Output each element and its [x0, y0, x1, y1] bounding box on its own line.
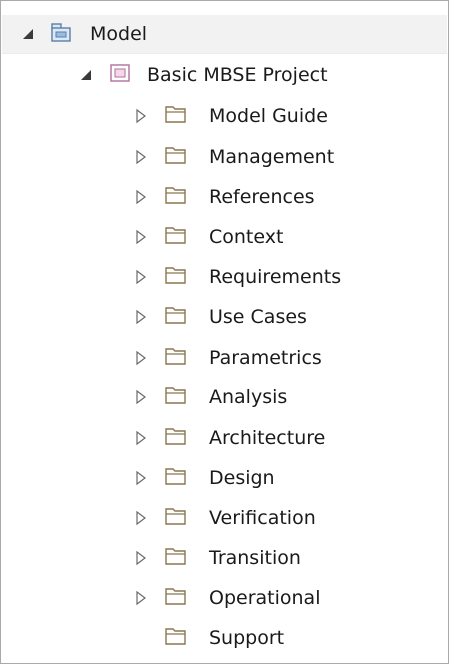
folder-icon [164, 505, 188, 527]
tree-node-transition[interactable]: Transition [2, 539, 447, 577]
tree-node-label: Architecture [209, 427, 326, 449]
tree-node-parametrics[interactable]: Parametrics [2, 339, 447, 377]
model-package-icon [49, 21, 73, 43]
collapsed-triangle-icon[interactable] [133, 108, 149, 124]
folder-icon [164, 304, 188, 326]
collapsed-triangle-icon[interactable] [133, 229, 149, 245]
tree-node-use-cases[interactable]: Use Cases [2, 298, 447, 336]
tree-node-label: Management [209, 146, 335, 168]
folder-icon [164, 625, 188, 647]
collapsed-triangle-icon[interactable] [133, 550, 149, 566]
tree-node-design[interactable]: Design [2, 459, 447, 497]
tree-node-label: References [209, 186, 315, 208]
tree-node-operational[interactable]: Operational [2, 579, 447, 617]
tree-node-model-guide[interactable]: Model Guide [2, 97, 447, 135]
collapsed-triangle-icon[interactable] [133, 269, 149, 285]
tree-node-support[interactable]: Support [2, 619, 447, 657]
tree-node-architecture[interactable]: Architecture [2, 419, 447, 457]
tree-node-label: Use Cases [209, 306, 307, 328]
collapsed-triangle-icon[interactable] [133, 350, 149, 366]
tree-node-management[interactable]: Management [2, 138, 447, 176]
tree-node-label: Basic MBSE Project [147, 64, 328, 86]
folder-icon [164, 425, 188, 447]
tree-node-verification[interactable]: Verification [2, 499, 447, 537]
tree-node-basic-mbse-project[interactable]: Basic MBSE Project [2, 56, 447, 94]
tree-node-label: Model [90, 23, 148, 45]
tree-node-label: Design [209, 467, 275, 489]
folder-icon [164, 103, 188, 125]
tree-node-label: Transition [209, 547, 301, 569]
tree-node-label: Support [209, 627, 285, 649]
folder-icon [164, 264, 188, 286]
collapsed-triangle-icon[interactable] [133, 149, 149, 165]
folder-icon [164, 184, 188, 206]
collapsed-triangle-icon[interactable] [133, 430, 149, 446]
collapsed-triangle-icon[interactable] [133, 470, 149, 486]
folder-icon [164, 465, 188, 487]
tree-node-model[interactable]: Model [2, 15, 447, 54]
folder-icon [164, 545, 188, 567]
collapsed-triangle-icon[interactable] [133, 590, 149, 606]
project-browser-tree: Model Basic MBSE Project Model Guide Man… [0, 0, 449, 664]
tree-node-label: Model Guide [209, 105, 328, 127]
collapsed-triangle-icon[interactable] [133, 309, 149, 325]
tree-node-label: Parametrics [209, 347, 322, 369]
tree-node-requirements[interactable]: Requirements [2, 258, 447, 296]
project-package-icon [108, 62, 132, 84]
tree-node-context[interactable]: Context [2, 218, 447, 256]
tree-node-label: Context [209, 226, 284, 248]
expanded-triangle-icon[interactable] [20, 26, 36, 42]
expanded-triangle-icon[interactable] [78, 67, 94, 83]
tree-node-label: Verification [209, 507, 316, 529]
folder-icon [164, 345, 188, 367]
folder-icon [164, 224, 188, 246]
collapsed-triangle-icon[interactable] [133, 510, 149, 526]
tree-node-label: Operational [209, 587, 321, 609]
folder-icon [164, 384, 188, 406]
tree-node-label: Requirements [209, 266, 342, 288]
collapsed-triangle-icon[interactable] [133, 189, 149, 205]
tree-node-label: Analysis [209, 386, 288, 408]
tree-node-references[interactable]: References [2, 178, 447, 216]
folder-icon [164, 585, 188, 607]
folder-icon [164, 144, 188, 166]
collapsed-triangle-icon[interactable] [133, 389, 149, 405]
tree-node-analysis[interactable]: Analysis [2, 378, 447, 416]
